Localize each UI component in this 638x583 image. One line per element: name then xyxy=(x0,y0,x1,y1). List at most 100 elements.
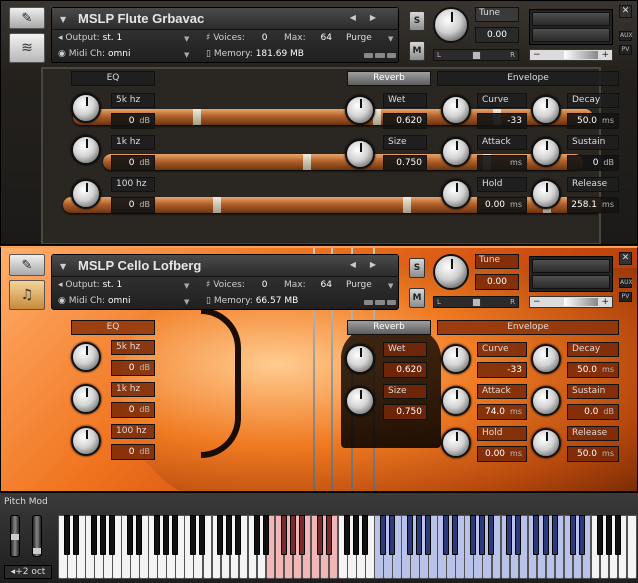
eq-5k-knob[interactable] xyxy=(71,93,101,123)
output-row[interactable]: ◂ Output: st. 1 xyxy=(58,280,122,290)
mod-wheel[interactable] xyxy=(32,515,42,557)
piano-black-key[interactable] xyxy=(452,515,459,555)
piano-black-key[interactable] xyxy=(172,515,179,555)
reverb-wet-value[interactable]: 0.620 xyxy=(383,362,427,378)
close-icon[interactable]: ✕ xyxy=(619,5,632,18)
piano-black-key[interactable] xyxy=(289,515,296,555)
collapse-triangle-icon[interactable]: ▼ xyxy=(60,15,66,24)
eq-5k-knob[interactable] xyxy=(71,342,101,372)
output-dropdown-icon[interactable]: ▼ xyxy=(184,282,189,290)
wrench-icon[interactable]: ✎ xyxy=(9,254,45,276)
env-decay-knob[interactable] xyxy=(531,95,561,125)
solo-button[interactable]: S xyxy=(409,11,425,31)
env-release-value[interactable]: 50.0 ms xyxy=(567,446,619,462)
piano-black-key[interactable] xyxy=(163,515,170,555)
reverb-header[interactable]: Reverb xyxy=(347,71,431,86)
pan-slider[interactable]: LR xyxy=(433,296,519,308)
purge-dropdown-icon[interactable]: ▼ xyxy=(388,35,393,43)
env-attack-value[interactable]: 74.0 ms xyxy=(477,404,527,420)
mute-button[interactable]: M xyxy=(409,41,425,61)
piano-black-key[interactable] xyxy=(605,515,612,555)
piano-black-key[interactable] xyxy=(316,515,323,555)
piano-black-key[interactable] xyxy=(325,515,332,555)
env-sustain-knob[interactable] xyxy=(531,386,561,416)
env-decay-value[interactable]: 50.0 ms xyxy=(567,113,619,129)
env-attack-value[interactable]: ms xyxy=(477,155,527,171)
pan-slider[interactable]: LR xyxy=(433,49,519,61)
piano-black-key[interactable] xyxy=(479,515,486,555)
piano-black-key[interactable] xyxy=(90,515,97,555)
env-sustain-value[interactable]: 0 dB xyxy=(567,155,619,171)
piano-black-key[interactable] xyxy=(253,515,260,555)
piano-black-key[interactable] xyxy=(515,515,522,555)
piano-black-key[interactable] xyxy=(506,515,513,555)
instrument-nav-arrows[interactable]: ◀▶ xyxy=(350,13,390,22)
piano-black-key[interactable] xyxy=(280,515,287,555)
env-release-value[interactable]: 258.1 ms xyxy=(567,197,619,213)
volume-slider[interactable]: − + xyxy=(529,49,613,61)
piano-black-key[interactable] xyxy=(343,515,350,555)
reverb-wet-knob[interactable] xyxy=(345,344,375,374)
env-curve-value[interactable]: -33 xyxy=(477,362,527,378)
pitch-wheel[interactable] xyxy=(10,515,20,557)
midi-dropdown-icon[interactable]: ▼ xyxy=(184,298,189,306)
env-hold-knob[interactable] xyxy=(441,179,471,209)
piano-black-key[interactable] xyxy=(614,515,621,555)
env-curve-value[interactable]: -33 xyxy=(477,113,527,129)
eq-5k-value[interactable]: 0 dB xyxy=(111,113,155,129)
close-icon[interactable]: ✕ xyxy=(619,252,632,265)
env-hold-value[interactable]: 0.00 ms xyxy=(477,197,527,213)
piano-black-key[interactable] xyxy=(127,515,134,555)
piano-black-key[interactable] xyxy=(596,515,603,555)
reverb-header[interactable]: Reverb xyxy=(347,320,431,335)
reverb-wet-value[interactable]: 0.620 xyxy=(383,113,427,129)
volume-slider[interactable]: − + xyxy=(529,296,613,308)
midi-row[interactable]: ◉ Midi Ch: omni xyxy=(58,296,130,306)
output-row[interactable]: ◂ Output: st. 1 xyxy=(58,33,122,43)
eq-100-value[interactable]: 0 dB xyxy=(111,197,155,213)
piano-black-key[interactable] xyxy=(578,515,585,555)
solo-button[interactable]: S xyxy=(409,258,425,278)
tune-knob[interactable] xyxy=(433,7,469,43)
piano-black-key[interactable] xyxy=(425,515,432,555)
piano-black-key[interactable] xyxy=(533,515,540,555)
tune-value[interactable]: 0.00 xyxy=(475,27,519,43)
env-hold-knob[interactable] xyxy=(441,428,471,458)
guitar-icon[interactable]: ♫ xyxy=(9,280,45,310)
midi-dropdown-icon[interactable]: ▼ xyxy=(184,51,189,59)
reverb-size-value[interactable]: 0.750 xyxy=(383,155,427,171)
piano-black-key[interactable] xyxy=(109,515,116,555)
env-curve-knob[interactable] xyxy=(441,95,471,125)
piano-black-key[interactable] xyxy=(199,515,206,555)
eq-5k-value[interactable]: 0 dB xyxy=(111,360,155,376)
eq-100-knob[interactable] xyxy=(71,179,101,209)
env-attack-knob[interactable] xyxy=(441,386,471,416)
piano-black-key[interactable] xyxy=(262,515,269,555)
env-release-knob[interactable] xyxy=(531,179,561,209)
instrument-nav-arrows[interactable]: ◀▶ xyxy=(350,260,390,269)
env-sustain-value[interactable]: 0.0 dB xyxy=(567,404,619,420)
piano-black-key[interactable] xyxy=(388,515,395,555)
piano-black-key[interactable] xyxy=(190,515,197,555)
env-release-knob[interactable] xyxy=(531,428,561,458)
piano-black-key[interactable] xyxy=(470,515,477,555)
midi-row[interactable]: ◉ Midi Ch: omni xyxy=(58,49,130,59)
wrench-icon[interactable]: ✎ xyxy=(9,7,45,29)
eq-100-knob[interactable] xyxy=(71,426,101,456)
piano-black-key[interactable] xyxy=(379,515,386,555)
piano-black-key[interactable] xyxy=(551,515,558,555)
piano-black-key[interactable] xyxy=(361,515,368,555)
piano-black-key[interactable] xyxy=(136,515,143,555)
piano-black-key[interactable] xyxy=(569,515,576,555)
eq-1k-knob[interactable] xyxy=(71,135,101,165)
piano-keys[interactable] xyxy=(58,515,637,579)
eq-1k-value[interactable]: 0 dB xyxy=(111,402,155,418)
mute-button[interactable]: M xyxy=(409,288,425,308)
env-decay-knob[interactable] xyxy=(531,344,561,374)
env-decay-value[interactable]: 50.0 ms xyxy=(567,362,619,378)
eq-1k-value[interactable]: 0 dB xyxy=(111,155,155,171)
piano-black-key[interactable] xyxy=(488,515,495,555)
piano-black-key[interactable] xyxy=(99,515,106,555)
env-attack-knob[interactable] xyxy=(441,137,471,167)
aux-button[interactable]: AUX xyxy=(619,278,633,288)
